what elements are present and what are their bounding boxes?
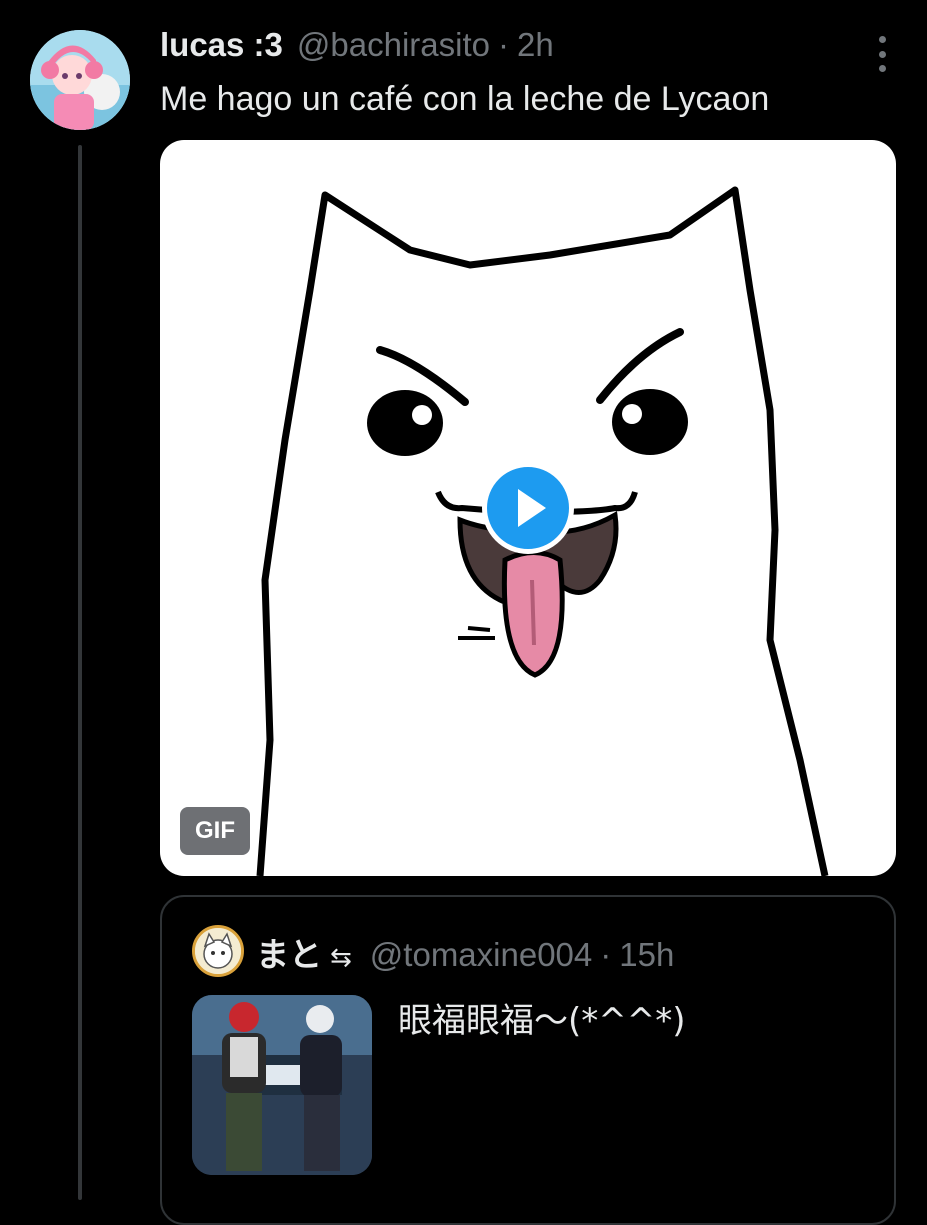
- quoted-tweet-text: 眼福眼福〜(*^^*): [398, 1001, 686, 1041]
- retweet-symbol-icon: ⇆: [330, 942, 352, 972]
- more-vertical-icon[interactable]: [877, 36, 887, 72]
- timestamp[interactable]: 2h: [517, 26, 554, 64]
- quoted-avatar-image: [195, 928, 241, 974]
- more-dot: [878, 50, 886, 58]
- display-name[interactable]: lucas :3: [160, 26, 283, 64]
- user-avatar[interactable]: [30, 30, 130, 130]
- play-button[interactable]: [482, 462, 574, 554]
- gif-badge: GIF: [180, 807, 250, 855]
- thread-line: [78, 145, 82, 1200]
- quoted-display-name[interactable]: まと: [256, 928, 322, 976]
- quoted-timestamp[interactable]: 15h: [619, 936, 674, 974]
- tweet-header: lucas :3 @bachirasito · 2h: [160, 26, 554, 66]
- quoted-user-handle[interactable]: @tomaxine004: [370, 936, 592, 974]
- separator-dot: ·: [600, 936, 612, 973]
- quoted-media-thumbnail[interactable]: [192, 995, 372, 1175]
- more-dot: [878, 65, 886, 72]
- separator-dot: ·: [498, 26, 509, 63]
- user-handle[interactable]: @bachirasito: [297, 26, 490, 64]
- play-icon: [518, 489, 546, 527]
- thumbnail-image: [192, 995, 372, 1175]
- more-dot: [878, 36, 886, 43]
- tweet-text: Me hago un café con la leche de Lycaon: [160, 80, 770, 118]
- quoted-user-avatar[interactable]: [192, 925, 244, 977]
- quoted-tweet-header: まと ⇆ @tomaxine004 · 15h: [256, 928, 674, 976]
- avatar-image: [30, 30, 130, 130]
